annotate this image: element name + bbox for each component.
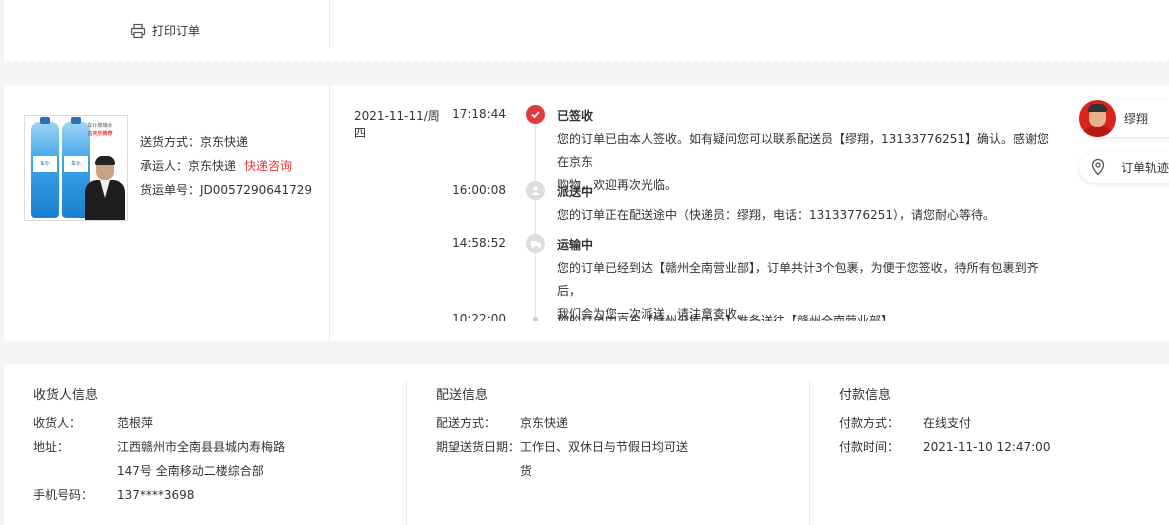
carrier-label: 承运人： [140, 159, 189, 173]
timeline-content: 运输中 您的订单已经到达【赣州全南营业部】，订单共计3个包裹，为便于您签收，待所… [557, 234, 1057, 321]
tracking-number-row: 货运单号：JD0057290641729 [140, 178, 312, 202]
timeline-line [535, 117, 536, 321]
timeline-text: 您的订单正在配送途中（快递员：缪翔，电话：13133776251），请您耐心等待… [557, 208, 995, 222]
check-circle-icon [526, 105, 545, 124]
section-title: 收货人信息 [33, 388, 99, 403]
timeline-text: 您的订单已经到达【赣州全南营业部】，订单共计3个包裹，为便于您签收，待所有包裹到… [557, 261, 1039, 298]
column-divider [329, 85, 330, 341]
delivery-person-icon [526, 181, 545, 200]
section-title: 付款信息 [839, 388, 892, 403]
timeline-content: 您的订单由京东【赣州分拣中心】准备送往【赣州全南营业部】 [557, 310, 1057, 321]
timeline-status: 已签收 [557, 109, 594, 123]
timeline-date: 2021-11-11/周四 [354, 109, 440, 140]
tracking-number-value: JD0057290641729 [200, 183, 313, 197]
receiver-name-row: 收货人： 范根萍 [33, 411, 285, 435]
timeline-time: 17:18:44 [452, 107, 506, 121]
shipping-summary: 送货方式：京东快递 承运人：京东快递 快递咨询 货运单号：JD0057290641… [140, 130, 312, 202]
timeline-dot [533, 317, 538, 321]
print-order-label: 打印订单 [152, 24, 201, 38]
zigzag-edge [4, 58, 1169, 64]
delivery-method: 京东快递 [520, 416, 569, 430]
courier-name: 缪翔 [1124, 112, 1149, 126]
timeline-time: 10:22:00 [452, 312, 506, 321]
order-track-button[interactable]: 订单轨迹 [1079, 151, 1169, 183]
location-pin-icon [1091, 158, 1105, 176]
field-label: 收货人： [33, 416, 82, 430]
shipping-method-row: 送货方式：京东快递 [140, 130, 312, 154]
field-label: 付款时间： [839, 440, 900, 454]
payment-time: 2021-11-10 12:47:00 [923, 440, 1051, 454]
delivery-info-section: 配送信息 配送方式： 京东快递 期望送货日期： 工作日、双休日与节假日均可送 货 [407, 364, 810, 525]
tracking-number-label: 货运单号： [140, 183, 201, 197]
print-order-button[interactable]: 打印订单 [130, 22, 200, 39]
express-consult-link[interactable]: 快递咨询 [244, 159, 292, 173]
expected-date-value: 工作日、双休日与节假日均可送 [520, 440, 689, 454]
field-label: 配送方式： [436, 416, 497, 430]
timeline-time: 16:00:08 [452, 183, 506, 197]
timeline-text: 您的订单已由本人签收。如有疑问您可以联系配送员【缪翔，13133776251】确… [557, 132, 1049, 169]
carrier-row: 承运人：京东快递 快递咨询 [140, 154, 312, 178]
spokesperson-image [85, 156, 125, 220]
field-label: 期望送货日期： [436, 440, 521, 454]
tracking-timeline[interactable]: 2021-11-11/周四 17:18:44 已签收 您的订单已由本人签收。如有… [334, 105, 1074, 321]
field-label: 地址： [33, 440, 70, 454]
column-divider [329, 0, 330, 48]
payment-info-section: 付款信息 付款方式： 在线支付 付款时间： 2021-11-10 12:47:0… [810, 364, 1169, 525]
timeline-time: 14:58:52 [452, 236, 506, 250]
order-info-panel: 收货人信息 收货人： 范根萍 地址： 江西赣州市全南县县城内寿梅路 147号 全… [4, 364, 1169, 525]
receiver-phone-row: 手机号码： 137****3698 [33, 483, 285, 507]
printer-icon [130, 23, 146, 38]
timeline-status: 派送中 [557, 185, 594, 199]
receiver-info-section: 收货人信息 收货人： 范根萍 地址： 江西赣州市全南县县城内寿梅路 147号 全… [4, 364, 407, 525]
product-promo-text: 车仆玻璃水 古天乐推荐 [87, 123, 113, 137]
receiver-name: 范根萍 [117, 416, 154, 430]
avatar [1079, 100, 1116, 137]
section-title: 配送信息 [436, 388, 489, 403]
expected-date-value: 货 [520, 464, 533, 478]
bottle-image: 车仆 [31, 117, 59, 218]
delivery-method-row: 配送方式： 京东快递 [436, 411, 688, 435]
payment-method: 在线支付 [923, 416, 972, 430]
address-line: 147号 全南移动二楼综合部 [117, 464, 264, 478]
field-label: 手机号码： [33, 488, 94, 502]
receiver-address-row: 地址： 江西赣州市全南县县城内寿梅路 147号 全南移动二楼综合部 [33, 435, 285, 483]
order-actions-panel: 打印订单 [4, 0, 1169, 58]
receiver-phone: 137****3698 [117, 488, 195, 502]
product-image[interactable]: 车仆 车仆 车仆玻璃水 古天乐推荐 [24, 115, 128, 221]
payment-method-row: 付款方式： 在线支付 [839, 411, 1050, 435]
order-track-label: 订单轨迹 [1121, 160, 1169, 175]
payment-time-row: 付款时间： 2021-11-10 12:47:00 [839, 435, 1050, 459]
expected-date-row: 期望送货日期： 工作日、双休日与节假日均可送 货 [436, 435, 688, 483]
shipping-method-label: 送货方式： [140, 135, 201, 149]
timeline-text: 您的订单由京东【赣州分拣中心】准备送往【赣州全南营业部】 [557, 314, 894, 321]
field-label: 付款方式： [839, 416, 900, 430]
address-line: 江西赣州市全南县县城内寿梅路 [117, 440, 286, 454]
timeline-content: 派送中 您的订单正在配送途中（快递员：缪翔，电话：13133776251），请您… [557, 181, 1057, 227]
truck-icon [526, 234, 545, 253]
shipping-method-value: 京东快递 [200, 135, 249, 149]
bottle-label: 车仆 [33, 156, 57, 172]
timeline-status: 运输中 [557, 238, 594, 252]
carrier-value: 京东快递 [188, 159, 237, 173]
package-tracking-panel: 车仆 车仆 车仆玻璃水 古天乐推荐 送货方式：京东快递 承运人：京东快递 快递咨询… [4, 85, 1169, 341]
courier-contact-widget[interactable]: 缪翔 [1079, 100, 1169, 137]
